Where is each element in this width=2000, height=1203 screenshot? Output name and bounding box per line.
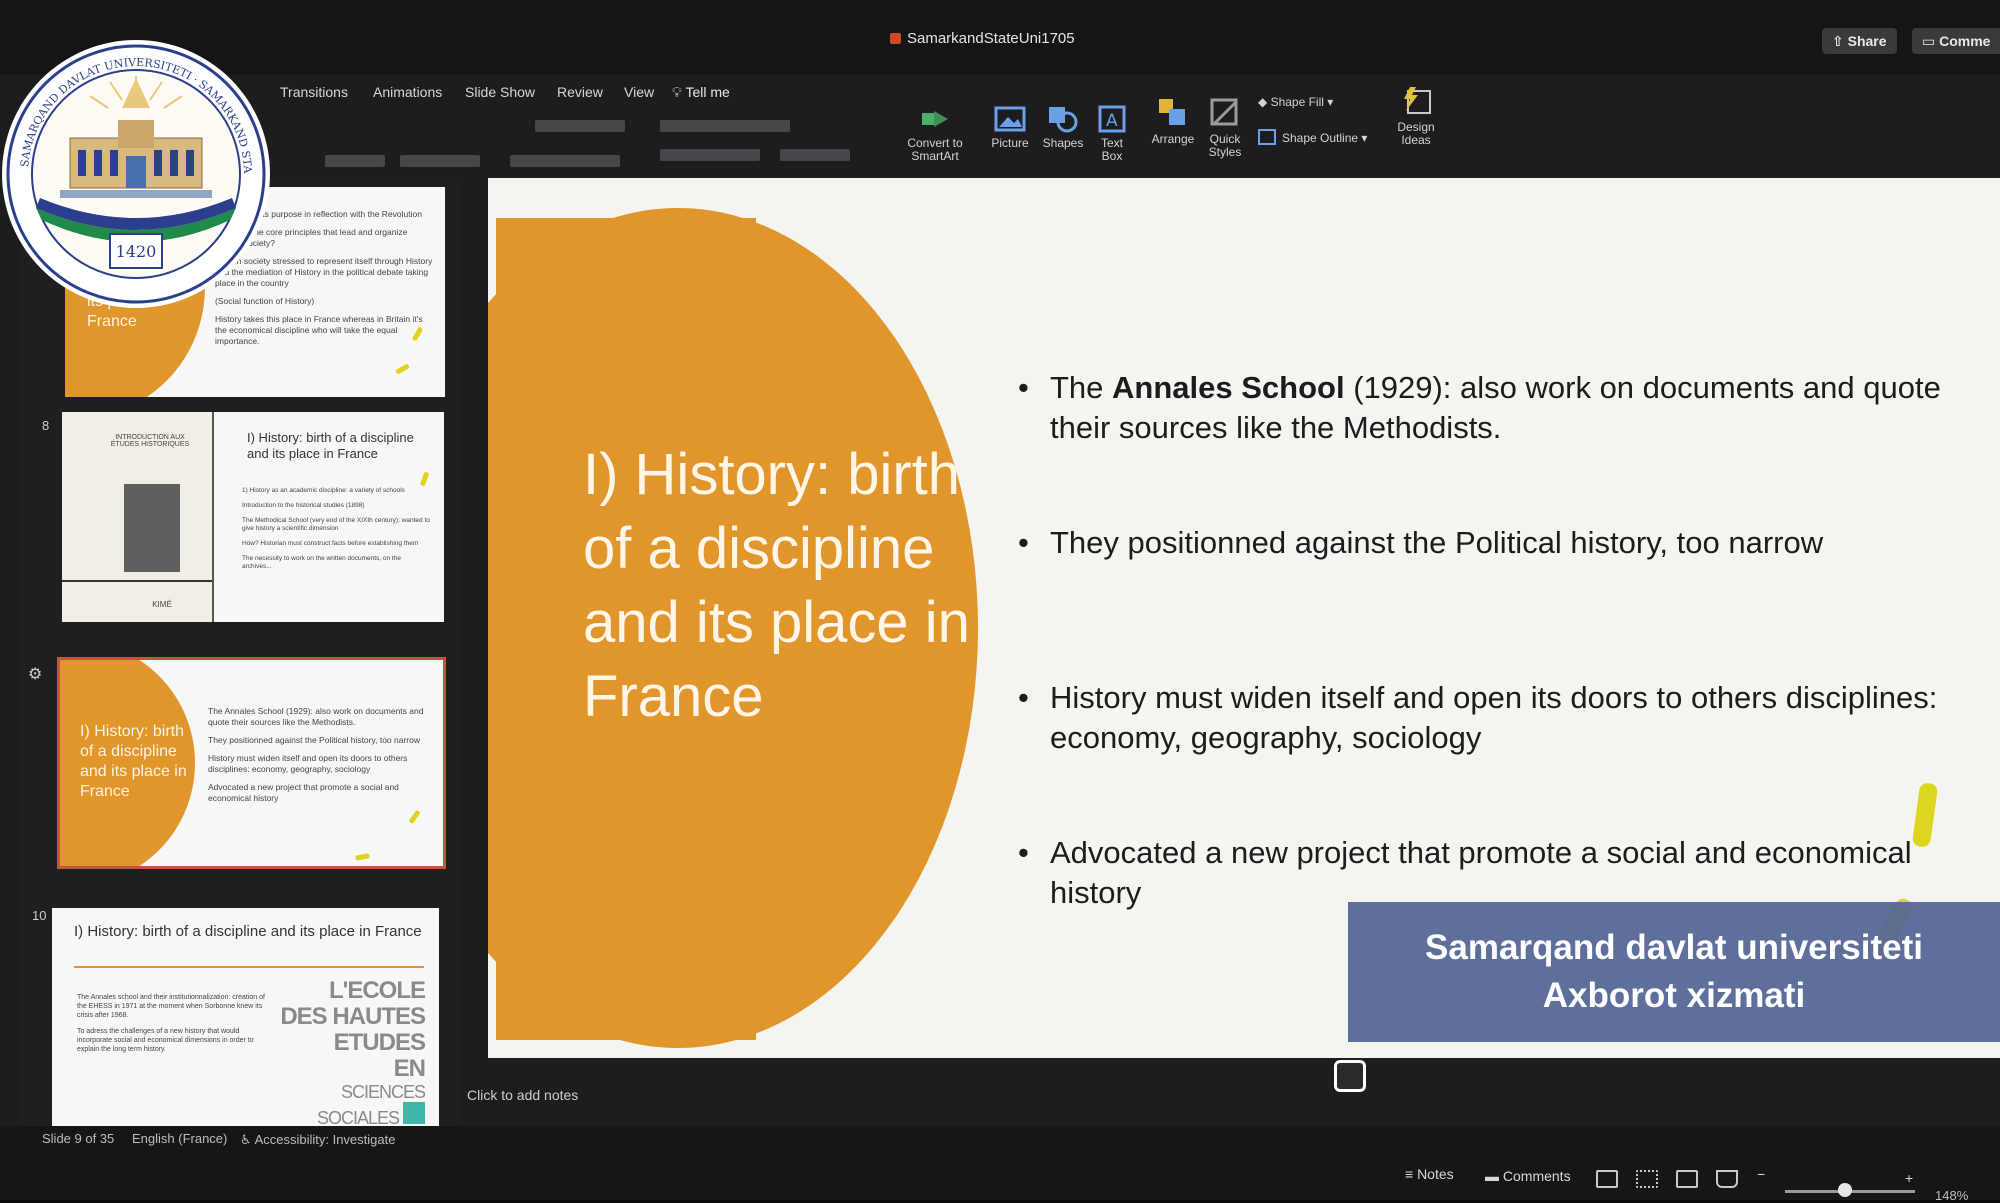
slide-title[interactable]: I) History: birth of a discipline and it… — [583, 438, 983, 734]
font-style-tools[interactable] — [400, 155, 480, 167]
svg-text:A: A — [1106, 111, 1118, 131]
quick-styles-icon — [1210, 98, 1238, 126]
zoom-in-button[interactable]: + — [1905, 1170, 1913, 1186]
zoom-slider-handle[interactable] — [1838, 1183, 1852, 1197]
university-logo: 1420 SAMARQAND DAVLAT UNIVERSITETI · SAM… — [0, 38, 270, 308]
tab-view[interactable]: View — [624, 84, 654, 100]
notes-button[interactable]: ≡ Notes — [1405, 1166, 1454, 1182]
notes-pane[interactable] — [460, 1060, 2000, 1130]
accessibility-icon: ♿︎ — [240, 1132, 255, 1147]
outline-icon — [1258, 129, 1276, 145]
text-box-button[interactable]: A Text Box — [1092, 105, 1132, 163]
thumbnail-slide-8[interactable]: INTRODUCTION AUX ÉTUDES HISTORIQUES KIMÉ… — [62, 412, 444, 622]
comments-button[interactable]: ▭ Comme — [1912, 28, 2000, 54]
ribbon-toolbar: Convert to SmartArt Picture Shapes A Tex… — [0, 87, 2000, 167]
slide-counter: Slide 9 of 35 — [42, 1131, 115, 1146]
thumbnail-slide-9[interactable]: I) History: birth of a discipline and it… — [57, 657, 446, 869]
smartart-icon — [922, 111, 948, 127]
slide-sorter-view-icon[interactable] — [1636, 1170, 1658, 1188]
thumbnail-accent-dash — [355, 853, 370, 861]
accessibility-checker[interactable]: ♿︎ Accessibility: Investigate — [240, 1132, 395, 1148]
powerpoint-window: SamarkandStateUni1705 ⇧ Share ▭ Comme Tr… — [0, 0, 2000, 1203]
shape-fill-button[interactable]: ◆ Shape Fill ▾ — [1258, 95, 1333, 109]
quick-styles-button[interactable]: Quick Styles — [1200, 97, 1250, 159]
paint-bucket-icon: ◆ — [1258, 95, 1271, 109]
settings-gear-icon[interactable]: ⚙ — [28, 664, 42, 684]
shape-outline-button[interactable]: Shape Outline ▾ — [1258, 129, 1367, 145]
thumbnail-number: 8 — [42, 418, 50, 433]
document-title: SamarkandStateUni1705 — [890, 30, 1075, 47]
thumbnail-divider — [74, 966, 424, 968]
reading-view-icon[interactable] — [1676, 1170, 1698, 1188]
zoom-level[interactable]: 148% — [1935, 1188, 1968, 1203]
font-effects-tools[interactable] — [510, 155, 620, 167]
language-indicator[interactable]: English (France) — [132, 1131, 227, 1146]
notes-placeholder[interactable]: Click to add notes — [467, 1087, 578, 1103]
picture-button[interactable]: Picture — [985, 105, 1035, 150]
bullet-item: The Annales School (1929): also work on … — [1018, 368, 1950, 448]
tab-review[interactable]: Review — [557, 84, 603, 100]
logo-year: 1420 — [116, 242, 157, 261]
thumbnail-accent-dash — [395, 363, 410, 375]
thumbnail-bullets: 1) History as an academic discipline: a … — [242, 487, 430, 570]
ehess-square-icon — [403, 1102, 425, 1124]
title-bar: SamarkandStateUni1705 ⇧ Share ▭ Comme — [0, 0, 2000, 75]
arrange-icon — [1159, 99, 1185, 125]
design-ideas-icon — [1404, 87, 1431, 114]
lightbulb-icon: 💡︎ — [672, 84, 686, 100]
font-size-tools[interactable] — [535, 120, 625, 132]
thumbnail-divider — [62, 580, 212, 582]
arrange-button[interactable]: Arrange — [1146, 97, 1200, 146]
tab-transitions[interactable]: Transitions — [280, 84, 348, 100]
text-direction-tools[interactable] — [780, 149, 850, 161]
tab-slide-show[interactable]: Slide Show — [465, 84, 535, 100]
bullet-item: History must widen itself and open its d… — [1018, 678, 1950, 758]
shapes-button[interactable]: Shapes — [1038, 105, 1088, 150]
notes-resize-handle[interactable] — [1334, 1060, 1366, 1092]
tab-animations[interactable]: Animations — [373, 84, 442, 100]
picture-icon — [994, 106, 1026, 132]
thumbnail-title: I) History: birth of a discipline and it… — [74, 923, 422, 940]
comments-status-button[interactable]: ▬ Comments — [1485, 1168, 1571, 1184]
slide-thumbnails-pane[interactable]: discipline and its place in France Franc… — [20, 182, 460, 1134]
thumbnail-bullets: The Annales school and their institution… — [77, 994, 265, 1053]
tell-me-search[interactable]: 💡︎ Tell me — [672, 84, 730, 101]
thumbnail-accent-dash — [408, 809, 421, 825]
text-box-icon: A — [1098, 105, 1126, 133]
normal-view-icon[interactable] — [1596, 1170, 1618, 1188]
share-button[interactable]: ⇧ Share — [1822, 28, 1897, 54]
comment-icon: ▬ — [1485, 1168, 1503, 1184]
thumbnail-portrait — [124, 484, 180, 572]
bullet-item: They positionned against the Political h… — [1018, 523, 1950, 563]
status-bar: Slide 9 of 35 English (France) ♿︎ Access… — [0, 1126, 2000, 1203]
text-format-tools[interactable] — [325, 155, 385, 167]
shapes-icon — [1049, 107, 1078, 133]
share-icon: ⇧ — [1832, 33, 1848, 49]
comment-icon: ▭ — [1922, 33, 1940, 49]
design-ideas-button[interactable]: Design Ideas — [1388, 85, 1444, 147]
slideshow-view-icon[interactable] — [1716, 1170, 1738, 1188]
ehess-logo: L'ECOLE DES HAUTES ETUDES EN SCIENCES SO… — [280, 977, 426, 1129]
bullet-item: Advocated a new project that promote a s… — [1018, 833, 1950, 913]
thumbnail-title: I) History: birth of a discipline and it… — [80, 723, 187, 800]
thumbnail-bullets: The Annales School (1929): also work on … — [208, 706, 424, 803]
thumbnail-number: 10 — [32, 908, 47, 923]
list-tools[interactable] — [660, 120, 790, 132]
alignment-tools[interactable] — [660, 149, 760, 161]
convert-to-smartart-button[interactable]: Convert to SmartArt — [900, 107, 970, 163]
thumbnail-slide-10[interactable]: I) History: birth of a discipline and it… — [52, 908, 439, 1134]
thumbnail-accent-dash — [419, 471, 430, 487]
thumbnail-book-cover: INTRODUCTION AUX ÉTUDES HISTORIQUES KIMÉ — [62, 412, 214, 622]
powerpoint-icon — [890, 33, 901, 44]
notes-icon: ≡ — [1405, 1166, 1418, 1182]
thumbnail-title: I) History: birth of a discipline and it… — [247, 430, 414, 461]
watermark-banner: Samarqand davlat universiteti Axborot xi… — [1348, 902, 2000, 1042]
zoom-out-button[interactable]: − — [1757, 1166, 1765, 1182]
